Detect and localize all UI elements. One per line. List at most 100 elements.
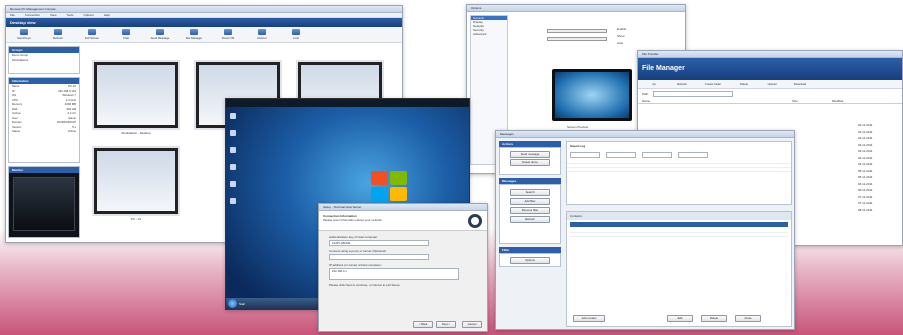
setup-subheader: Please enter information about your netw… [323,218,382,222]
menu-connection[interactable]: Connection [25,13,40,17]
user-field[interactable] [642,152,672,158]
menu-help[interactable]: Help [104,13,110,17]
add-filter-button[interactable]: Add filter [510,198,550,205]
search-button[interactable]: Search [510,189,550,196]
desktop-icon[interactable] [230,130,236,136]
power-off-button[interactable]: Power Off [214,29,242,40]
screen-preview-caption: Screen Preview [567,125,589,129]
date-from-field[interactable] [570,152,600,158]
screen-thumbnail[interactable]: PC - 01 [92,146,180,221]
options-slider[interactable] [547,29,607,33]
file-manager-title: File Transfer [638,51,902,58]
file-manager-button[interactable]: File Manager [180,29,208,40]
screen-thumbnail[interactable]: Workstation - Desktop [92,60,180,135]
file-columns: Name Size Modified [638,99,902,104]
field-label: Connect using a proxy or server (Optiona… [329,249,387,253]
start-button[interactable] [228,299,237,308]
up-button[interactable]: Up [642,82,666,86]
col-name[interactable]: Name [642,99,792,103]
col-modified[interactable]: Modified [832,99,882,103]
keyboard-icon [20,29,28,35]
log-filter-row [567,150,791,160]
date-to-field[interactable] [606,152,636,158]
send-keys-button[interactable]: Send Keys [10,29,38,40]
delete-button[interactable]: Delete [701,315,727,322]
menu-view[interactable]: View [50,13,56,17]
refresh-button[interactable]: Refresh [670,82,694,86]
back-button[interactable]: < Back [413,321,433,328]
main-window-title: Remote PC Management Console [6,6,402,13]
edit-button[interactable]: Edit [667,315,693,322]
desktop-icon[interactable] [230,164,236,170]
messages-window-title: Messages [496,131,794,138]
file-manager-banner: File Manager [638,58,902,80]
send-message-button[interactable]: Send Message [146,29,174,40]
desktop-icon[interactable] [230,113,236,119]
full-screen-button[interactable]: Full Screen [78,29,106,40]
file-dates: 02.11.2011 02.11.2011 02.11.2011 03.11.2… [858,123,898,214]
contacts-panel: Contacts Add contact Edit Delete Close [566,211,792,327]
contacts-header: Contacts [567,212,791,220]
desktop-icons [230,113,240,215]
delete-button[interactable]: Delete [732,82,756,86]
setup-note: Please click Next to continue, or Cancel… [329,283,401,287]
groups-panel: Groups Demo Group Workstations [8,46,80,74]
remove-filter-button[interactable]: Remove filter [510,207,550,214]
saved-log-header: Saved Log [570,144,586,148]
auth-key-field[interactable]: 12345-ABCDE [329,240,429,246]
log-row[interactable] [567,168,791,172]
create-folder-button[interactable]: Create folder [698,82,728,86]
prop-row: Status Online [12,129,76,133]
upload-button[interactable]: Upload [760,82,784,86]
send-message-button[interactable]: Send message [510,151,550,158]
add-contact-button[interactable]: Add contact [573,315,605,322]
setup-dialog-title: Setup - Terminal Host Server [319,204,487,211]
fullscreen-icon [88,29,96,35]
lock-icon [292,29,300,35]
host-address-field[interactable]: 192.168.0.1 [329,268,459,280]
proxy-field[interactable] [329,254,429,260]
menu-file[interactable]: File [10,13,15,17]
desktop-icon[interactable] [230,181,236,187]
delete-items-button[interactable]: Delete items [510,159,550,166]
power-icon [224,29,232,35]
options-slider[interactable] [547,37,607,41]
options-check[interactable]: Enable [617,27,626,31]
cancel-button[interactable]: Cancel [462,321,482,328]
desktop-icon[interactable] [230,147,236,153]
refresh-icon [54,29,62,35]
setup-header-area: Connection Information Please enter info… [319,211,487,231]
options-check[interactable]: Auto [617,41,623,45]
chat-button[interactable]: Chat [112,29,140,40]
contacts-table-header [570,222,788,227]
file-date: 08.11.2011 [858,207,873,212]
options-window-title: Options [467,5,685,12]
options-check[interactable]: Show [617,34,625,38]
start-label: Start [239,302,246,306]
col-size[interactable]: Size [792,99,832,103]
setup-logo-icon [468,214,482,228]
reboot-button[interactable]: Reboot [248,29,276,40]
contact-row[interactable] [570,233,788,237]
refresh-button[interactable]: Refresh [44,29,72,40]
path-field[interactable] [653,91,734,97]
menu-tools[interactable]: Tools [66,13,73,17]
folder-icon [190,29,198,35]
windows-logo-icon [371,171,409,203]
desktop-icon[interactable] [230,198,236,204]
options-button[interactable]: Options [510,257,550,264]
download-button[interactable]: Download [788,82,812,86]
next-button[interactable]: Next > [436,321,456,328]
refresh-button[interactable]: Refresh [510,216,550,223]
close-button[interactable]: Close [735,315,761,322]
info-panel: Information Name PC-01 IP 192.168.0.101 OS… [8,77,80,163]
group-item[interactable]: Workstations [9,58,79,63]
field-label: Authentication key of Host computer: [329,235,379,239]
options-nav-item[interactable]: Advanced [471,32,507,36]
desktop-titlebar [226,99,469,107]
menu-options[interactable]: Options [84,13,94,17]
screen-preview-monitor [552,69,632,121]
field-label: IP address (or name) of Host computer: [329,263,382,267]
lock-button[interactable]: Lock [282,29,310,40]
type-field[interactable] [678,152,708,158]
